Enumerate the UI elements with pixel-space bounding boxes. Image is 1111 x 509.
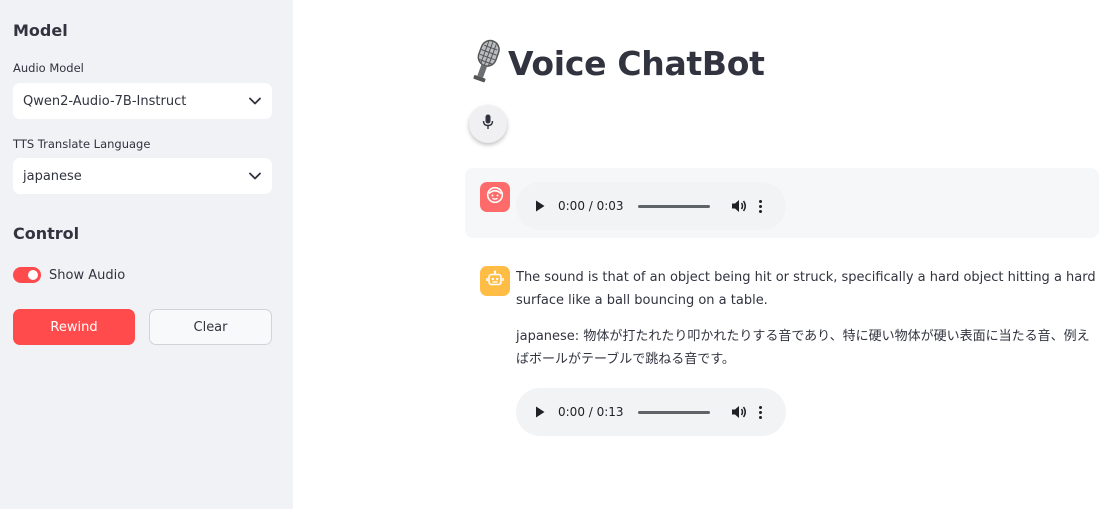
chevron-down-icon [248,94,262,108]
audio-time: 0:00 / 0:03 [558,199,624,213]
rewind-button[interactable]: Rewind [13,309,135,345]
volume-icon[interactable] [730,198,748,214]
chevron-down-icon [248,169,262,183]
bot-response-text: The sound is that of an object being hit… [516,270,1096,308]
audio-progress-bar[interactable] [637,204,710,208]
audio-progress-bar[interactable] [637,410,710,414]
user-avatar [480,182,510,212]
show-audio-toggle[interactable] [13,267,41,283]
more-options-icon[interactable] [758,198,764,214]
control-heading: Control [13,224,80,243]
user-face-icon [486,186,504,208]
user-audio-player[interactable]: 0:00 / 0:03 [516,182,786,230]
bot-avatar [480,266,510,296]
play-icon[interactable] [532,404,548,420]
volume-icon[interactable] [730,404,748,420]
page-title: Voice ChatBot [468,38,765,88]
audio-model-value: Qwen2-Audio-7B-Instruct [23,93,187,109]
sidebar: Model Audio Model Qwen2-Audio-7B-Instruc… [0,0,293,509]
tts-language-label: TTS Translate Language [13,137,151,151]
play-icon[interactable] [532,198,548,214]
microphone-emoji-icon [468,38,506,88]
app-title: Voice ChatBot [508,43,765,83]
tts-language-value: japanese [23,168,82,184]
robot-icon [486,270,504,292]
bot-message: The sound is that of an object being hit… [516,266,1096,371]
more-options-icon[interactable] [758,404,764,420]
tts-language-select[interactable]: japanese [13,158,272,194]
clear-button[interactable]: Clear [149,309,272,345]
bot-translation-text: japanese: 物体が打たれたり叩かれたりする音であり、特に硬い物体が硬い表… [516,329,1090,367]
show-audio-toggle-row: Show Audio [13,267,125,283]
bot-audio-player[interactable]: 0:00 / 0:13 [516,388,786,436]
model-heading: Model [13,21,68,40]
show-audio-label: Show Audio [49,267,126,283]
record-button[interactable] [469,105,507,143]
audio-time: 0:00 / 0:13 [558,405,624,419]
audio-model-label: Audio Model [13,61,84,75]
mic-icon [482,114,494,134]
audio-model-select[interactable]: Qwen2-Audio-7B-Instruct [13,83,272,119]
